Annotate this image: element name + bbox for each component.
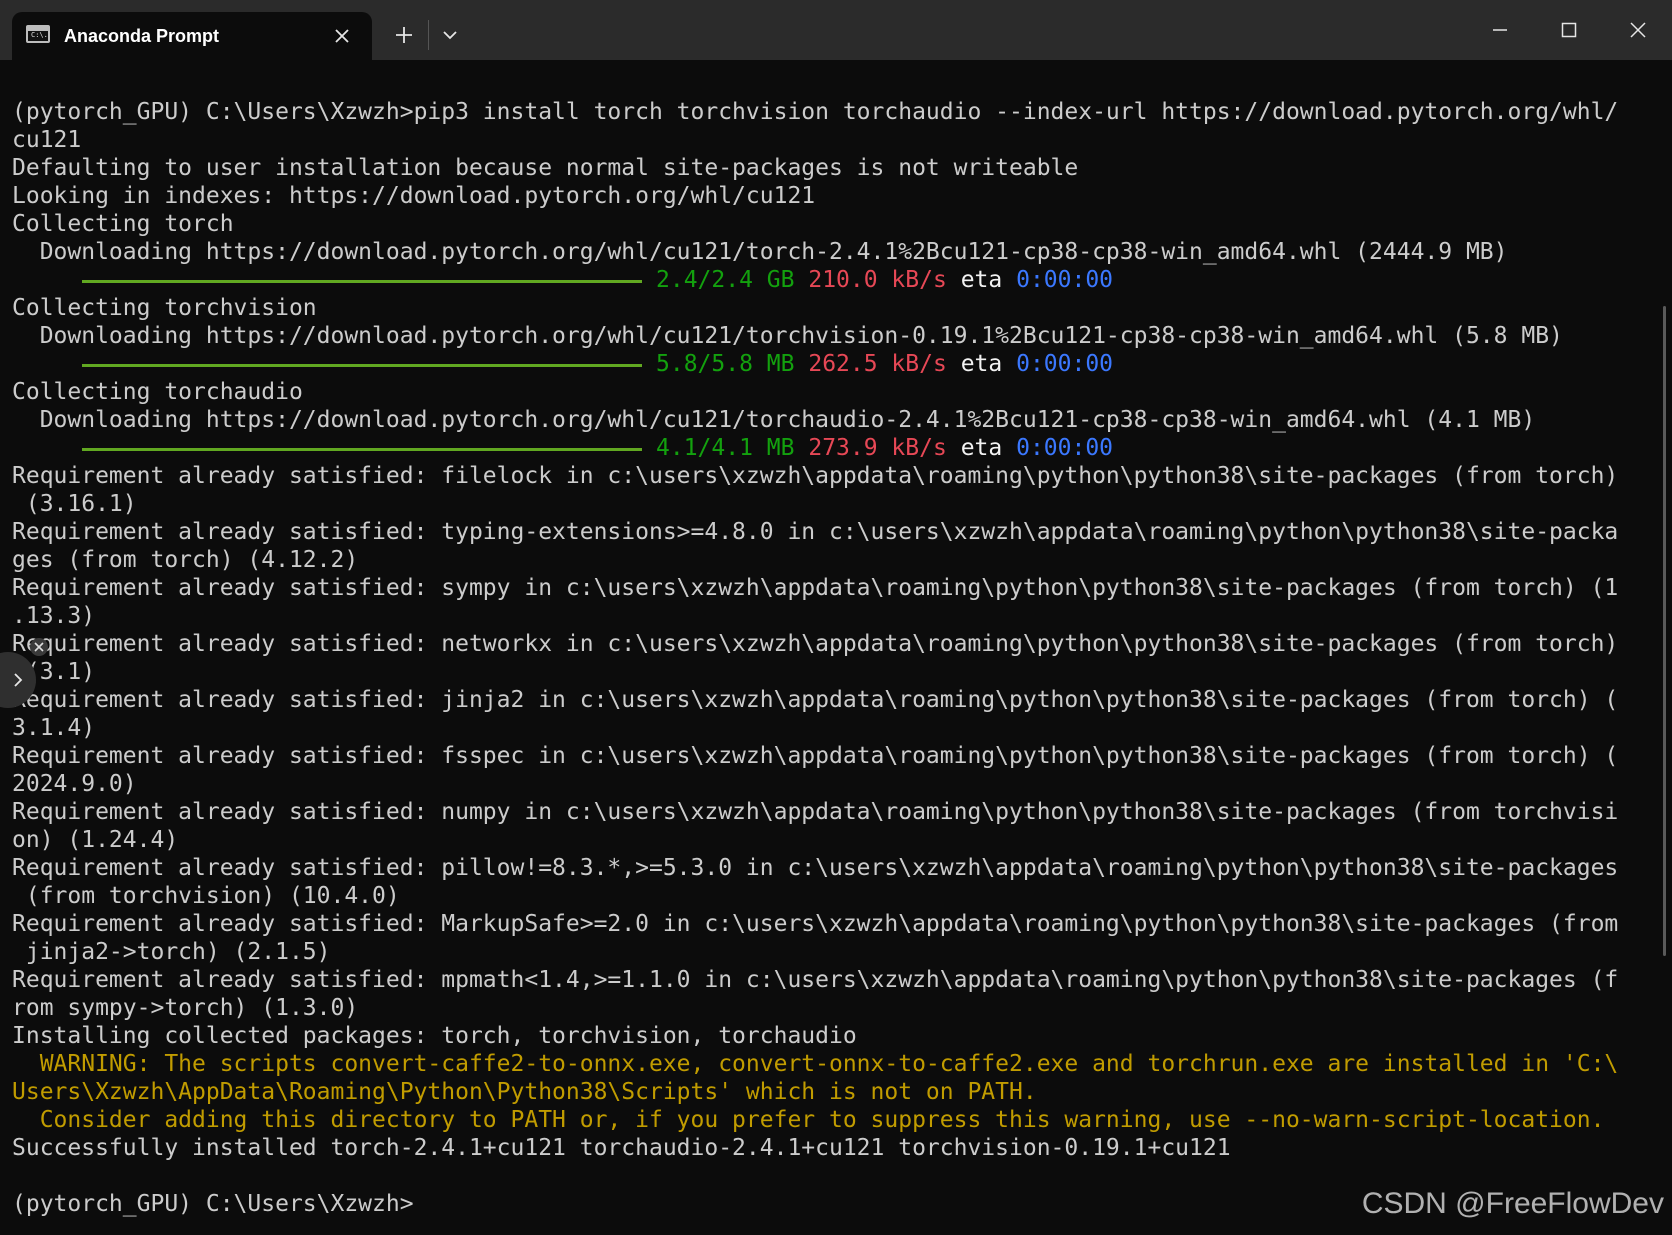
eta-label: eta (960, 267, 1003, 293)
eta-value: 0:00:00 (1016, 351, 1114, 377)
requirement-line: .13.3) (12, 603, 96, 629)
tab-dropdown-button[interactable] (433, 18, 467, 52)
close-icon (335, 29, 349, 43)
download-size: 4.1/4.1 MB (656, 435, 795, 461)
scrollbar-thumb[interactable] (1663, 306, 1666, 956)
requirement-line: ges (from torch) (4.12.2) (12, 547, 359, 573)
download-speed: 273.9 kB/s (808, 435, 947, 461)
installing-line: Installing collected packages: torch, to… (12, 1023, 857, 1049)
requirement-line: Requirement already satisfied: fsspec in… (12, 743, 1619, 769)
requirement-line: Requirement already satisfied: sympy in … (12, 575, 1619, 601)
close-tab-button[interactable] (330, 24, 354, 48)
requirement-line: Requirement already satisfied: filelock … (12, 463, 1619, 489)
requirement-line: Requirement already satisfied: mpmath<1.… (12, 967, 1619, 993)
titlebar-separator (428, 20, 429, 50)
progress-stats-torchaudio: 4.1/4.1 MB 273.9 kB/s eta 0:00:00 (656, 434, 1113, 462)
requirement-line: 2024.9.0) (12, 771, 137, 797)
progress-stats-torchvision: 5.8/5.8 MB 262.5 kB/s eta 0:00:00 (656, 350, 1113, 378)
close-icon (34, 642, 44, 652)
requirement-line: Requirement already satisfied: numpy in … (12, 799, 1619, 825)
side-panel-close-button[interactable] (30, 638, 48, 656)
collecting-torchvision: Collecting torchvision (12, 295, 317, 321)
defaulting-line: Defaulting to user installation because … (12, 155, 1079, 181)
downloading-torchvision: Downloading https://download.pytorch.org… (12, 323, 1563, 349)
minimize-icon (1493, 29, 1507, 31)
terminal-icon: C:\. (26, 25, 50, 43)
requirement-line: Requirement already satisfied: jinja2 in… (12, 687, 1619, 713)
eta-label: eta (960, 351, 1003, 377)
warning-line: Users\Xzwzh\AppData\Roaming\Python\Pytho… (12, 1079, 1037, 1105)
eta-value: 0:00:00 (1016, 435, 1114, 461)
terminal-window: C:\. Anaconda Prompt (pytorch_GPU) C:\Us… (0, 0, 1672, 1235)
success-line: Successfully installed torch-2.4.1+cu121… (12, 1135, 1231, 1161)
plus-icon (396, 27, 412, 43)
minimize-button[interactable] (1480, 10, 1520, 50)
tab-title: Anaconda Prompt (64, 26, 220, 46)
requirement-line: (from torchvision) (10.4.0) (12, 883, 400, 909)
download-speed: 262.5 kB/s (808, 351, 947, 377)
tab-anaconda-prompt[interactable]: C:\. Anaconda Prompt (12, 12, 372, 60)
command-line: (pytorch_GPU) C:\Users\Xzwzh>pip3 instal… (12, 99, 1619, 125)
maximize-icon (1561, 22, 1577, 38)
download-speed: 210.0 kB/s (808, 267, 947, 293)
requirement-line: Requirement already satisfied: typing-ex… (12, 519, 1619, 545)
terminal-output[interactable]: (pytorch_GPU) C:\Users\Xzwzh>pip3 instal… (0, 60, 1672, 1235)
close-icon (1630, 22, 1646, 38)
requirement-line: rom sympy->torch) (1.3.0) (12, 995, 359, 1021)
maximize-button[interactable] (1549, 10, 1589, 50)
chevron-down-icon (443, 31, 457, 40)
progress-bar-torchvision (82, 364, 642, 367)
terminal-icon-glyph: C:\. (31, 31, 48, 39)
requirement-line: on) (1.24.4) (12, 827, 179, 853)
downloading-torch: Downloading https://download.pytorch.org… (12, 239, 1508, 265)
prompt-line: (pytorch_GPU) C:\Users\Xzwzh> (12, 1191, 414, 1217)
progress-bar-torchaudio (82, 448, 642, 451)
collecting-torchaudio: Collecting torchaudio (12, 379, 303, 405)
eta-label: eta (960, 435, 1003, 461)
title-bar: C:\. Anaconda Prompt (0, 0, 1672, 60)
downloading-torchaudio: Downloading https://download.pytorch.org… (12, 407, 1536, 433)
warning-line: Consider adding this directory to PATH o… (12, 1107, 1605, 1133)
looking-line: Looking in indexes: https://download.pyt… (12, 183, 816, 209)
requirement-line: 3.1.4) (12, 715, 96, 741)
chevron-right-icon (14, 673, 23, 687)
warning-line: WARNING: The scripts convert-caffe2-to-o… (12, 1051, 1619, 1077)
command-line-wrap: cu121 (12, 127, 82, 153)
requirement-line: jinja2->torch) (2.1.5) (12, 939, 331, 965)
progress-stats-torch: 2.4/2.4 GB 210.0 kB/s eta 0:00:00 (656, 266, 1113, 294)
progress-bar-torch (82, 280, 642, 283)
requirement-line: Requirement already satisfied: pillow!=8… (12, 855, 1619, 881)
close-window-button[interactable] (1618, 10, 1658, 50)
new-tab-button[interactable] (387, 18, 421, 52)
collecting-torch: Collecting torch (12, 211, 234, 237)
eta-value: 0:00:00 (1016, 267, 1114, 293)
download-size: 2.4/2.4 GB (656, 267, 795, 293)
requirement-line: Requirement already satisfied: networkx … (12, 631, 1619, 657)
watermark: CSDN @FreeFlowDev (1361, 1187, 1664, 1220)
requirement-line: Requirement already satisfied: MarkupSaf… (12, 911, 1619, 937)
download-size: 5.8/5.8 MB (656, 351, 795, 377)
requirement-line: (3.16.1) (12, 491, 137, 517)
